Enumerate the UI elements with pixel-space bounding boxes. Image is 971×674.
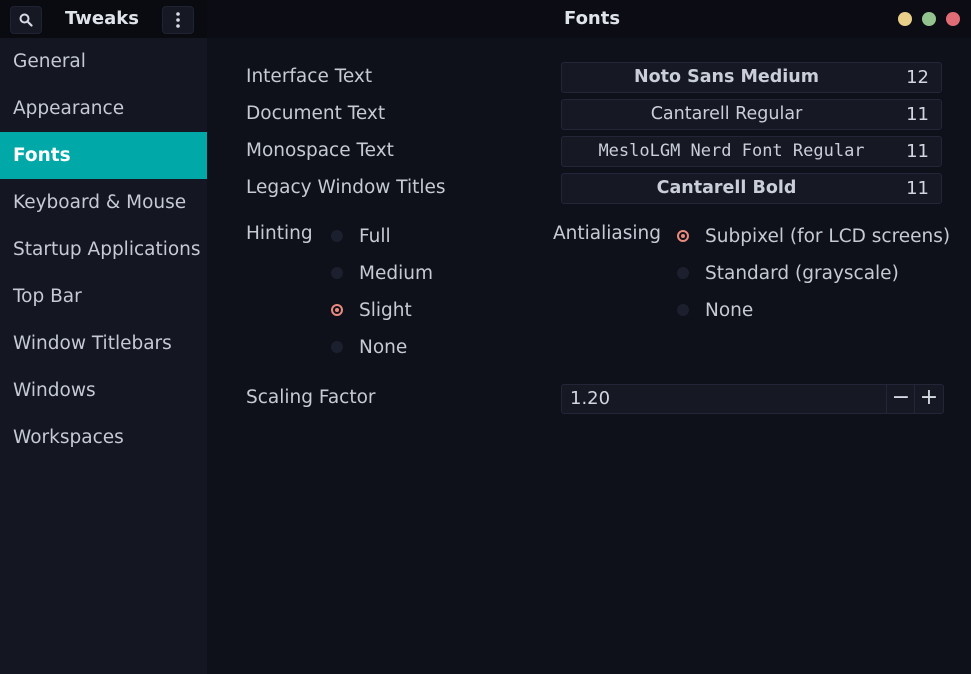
radio-label: Subpixel (for LCD screens) <box>705 225 951 247</box>
sidebar-item-appearance[interactable]: Appearance <box>0 85 207 132</box>
document-font-size: 11 <box>906 104 929 125</box>
monospace-font-name: MesloLGM Nerd Font Regular <box>598 141 865 161</box>
sidebar-item-window-titlebars[interactable]: Window Titlebars <box>0 320 207 367</box>
close-button[interactable] <box>946 12 960 26</box>
interface-font-name: Noto Sans Medium <box>633 67 820 87</box>
sidebar-item-general[interactable]: General <box>0 38 207 85</box>
monospace-font-size: 11 <box>906 141 929 162</box>
hinting-option-full[interactable]: Full <box>331 224 391 248</box>
sidebar-item-windows[interactable]: Windows <box>0 367 207 414</box>
sidebar-item-fonts[interactable]: Fonts <box>0 132 207 179</box>
minimize-button[interactable] <box>898 12 912 26</box>
antialiasing-option-subpixel[interactable]: Subpixel (for LCD screens) <box>677 224 950 248</box>
window-title: Fonts <box>564 8 621 29</box>
radio-button[interactable] <box>331 230 343 242</box>
document-font-name: Cantarell Regular <box>650 104 803 124</box>
antialiasing-option-standard[interactable]: Standard (grayscale) <box>677 261 899 285</box>
radio-label: None <box>705 299 754 321</box>
antialiasing-label: Antialiasing <box>553 223 661 244</box>
sidebar-item-workspaces[interactable]: Workspaces <box>0 414 207 461</box>
hinting-option-slight[interactable]: Slight <box>331 298 412 322</box>
interface-text-label: Interface Text <box>246 66 373 87</box>
hinting-option-none[interactable]: None <box>331 335 407 359</box>
radio-label: Standard (grayscale) <box>705 262 899 284</box>
scaling-factor-label: Scaling Factor <box>246 387 376 408</box>
radio-label: Slight <box>359 299 412 321</box>
radio-label: None <box>359 336 408 358</box>
search-icon <box>19 13 33 27</box>
radio-label: Medium <box>359 262 433 284</box>
radio-button[interactable] <box>677 304 689 316</box>
legacy-font-name: Cantarell Bold <box>656 178 797 198</box>
search-button[interactable] <box>10 6 42 34</box>
sidebar: General Appearance Fonts Keyboard & Mous… <box>0 38 207 674</box>
monospace-text-label: Monospace Text <box>246 140 394 161</box>
radio-button[interactable] <box>331 267 343 279</box>
scaling-factor-value[interactable]: 1.20 <box>570 385 610 413</box>
document-font-button[interactable]: Cantarell Regular 11 <box>561 99 942 130</box>
app-title: Tweaks <box>65 8 139 29</box>
radio-button[interactable] <box>677 267 689 279</box>
menu-button[interactable] <box>162 6 194 34</box>
radio-button-selected[interactable] <box>331 304 343 316</box>
increment-button[interactable]: + <box>914 385 943 413</box>
radio-label: Full <box>359 225 391 247</box>
legacy-font-size: 11 <box>906 178 929 199</box>
fonts-panel: Interface Text Noto Sans Medium 12 Docum… <box>207 38 971 674</box>
sidebar-item-keyboard-mouse[interactable]: Keyboard & Mouse <box>0 179 207 226</box>
legacy-font-button[interactable]: Cantarell Bold 11 <box>561 173 942 204</box>
hinting-option-medium[interactable]: Medium <box>331 261 433 285</box>
antialiasing-option-none[interactable]: None <box>677 298 753 322</box>
vertical-dots-icon <box>176 12 180 28</box>
interface-font-size: 12 <box>906 67 929 88</box>
sidebar-item-top-bar[interactable]: Top Bar <box>0 273 207 320</box>
hinting-label: Hinting <box>246 223 313 244</box>
radio-button-selected[interactable] <box>677 230 689 242</box>
monospace-font-button[interactable]: MesloLGM Nerd Font Regular 11 <box>561 136 942 167</box>
scaling-factor-spinbutton[interactable]: 1.20 − + <box>561 384 944 414</box>
decrement-button[interactable]: − <box>886 385 915 413</box>
legacy-titles-label: Legacy Window Titles <box>246 177 446 198</box>
sidebar-item-startup-applications[interactable]: Startup Applications <box>0 226 207 273</box>
document-text-label: Document Text <box>246 103 386 124</box>
interface-font-button[interactable]: Noto Sans Medium 12 <box>561 62 942 93</box>
radio-button[interactable] <box>331 341 343 353</box>
header-bar: Tweaks Fonts <box>0 0 971 39</box>
maximize-button[interactable] <box>922 12 936 26</box>
